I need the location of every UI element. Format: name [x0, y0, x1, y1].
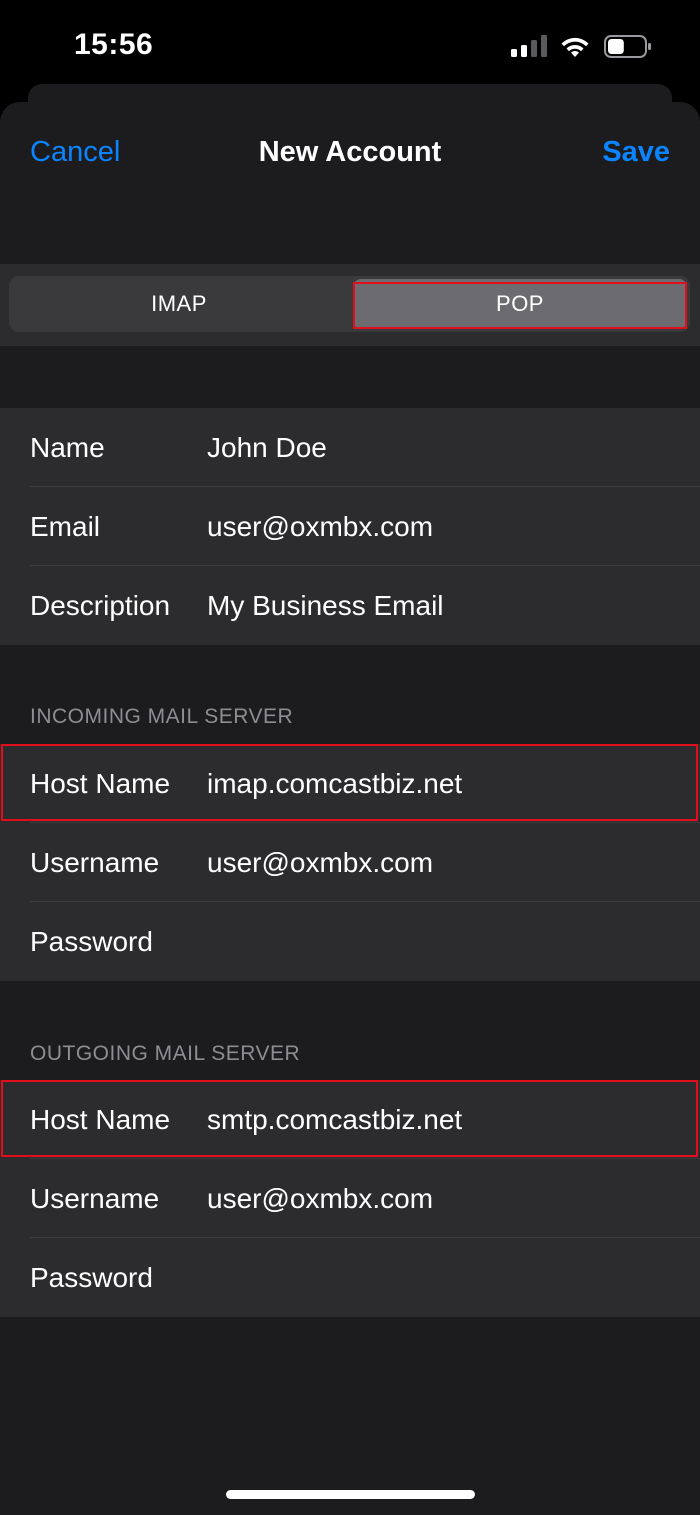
email-field[interactable]: user@oxmbx.com [207, 487, 433, 566]
outgoing-server-header: OUTGOING MAIL SERVER [30, 1042, 301, 1065]
save-button[interactable]: Save [602, 136, 670, 169]
account-info-group: Name John Doe Email user@oxmbx.com Descr… [0, 408, 700, 645]
incoming-username-row[interactable]: Username user@oxmbx.com [0, 823, 700, 902]
outgoing-username-row[interactable]: Username user@oxmbx.com [0, 1159, 700, 1238]
battery-icon [604, 35, 651, 58]
outgoing-password-row[interactable]: Password [0, 1238, 700, 1317]
name-row[interactable]: Name John Doe [0, 408, 700, 487]
new-account-sheet: Cancel New Account Save IMAP POP Name Jo… [0, 102, 700, 1515]
wifi-icon [561, 37, 589, 57]
name-label: Name [30, 432, 105, 463]
status-time: 15:56 [74, 28, 154, 61]
name-field[interactable]: John Doe [207, 408, 327, 487]
incoming-username-label: Username [30, 847, 160, 878]
description-label: Description [30, 590, 171, 621]
incoming-username-field[interactable]: user@oxmbx.com [207, 823, 433, 902]
pop-highlight-box [353, 282, 687, 329]
screen: 15:56 Cancel New Account Save IMAP POP N… [0, 0, 700, 1515]
cellular-signal-icon [511, 35, 547, 57]
outgoing-username-label: Username [30, 1183, 160, 1214]
incoming-server-header: INCOMING MAIL SERVER [30, 705, 294, 728]
home-indicator[interactable] [226, 1490, 475, 1499]
description-field[interactable]: My Business Email [207, 566, 444, 645]
incoming-password-row[interactable]: Password [0, 902, 700, 981]
incoming-host-highlight-box [1, 744, 698, 821]
status-bar: 15:56 [0, 0, 700, 90]
outgoing-password-label: Password [30, 1262, 153, 1293]
email-row[interactable]: Email user@oxmbx.com [0, 487, 700, 566]
outgoing-host-highlight-box [1, 1080, 698, 1157]
description-row[interactable]: Description My Business Email [0, 566, 700, 645]
outgoing-username-field[interactable]: user@oxmbx.com [207, 1159, 433, 1238]
email-label: Email [30, 511, 101, 542]
page-title: New Account [258, 136, 442, 168]
incoming-password-label: Password [30, 926, 153, 957]
segment-imap[interactable]: IMAP [9, 276, 349, 332]
navigation-bar: Cancel New Account Save [0, 102, 700, 204]
